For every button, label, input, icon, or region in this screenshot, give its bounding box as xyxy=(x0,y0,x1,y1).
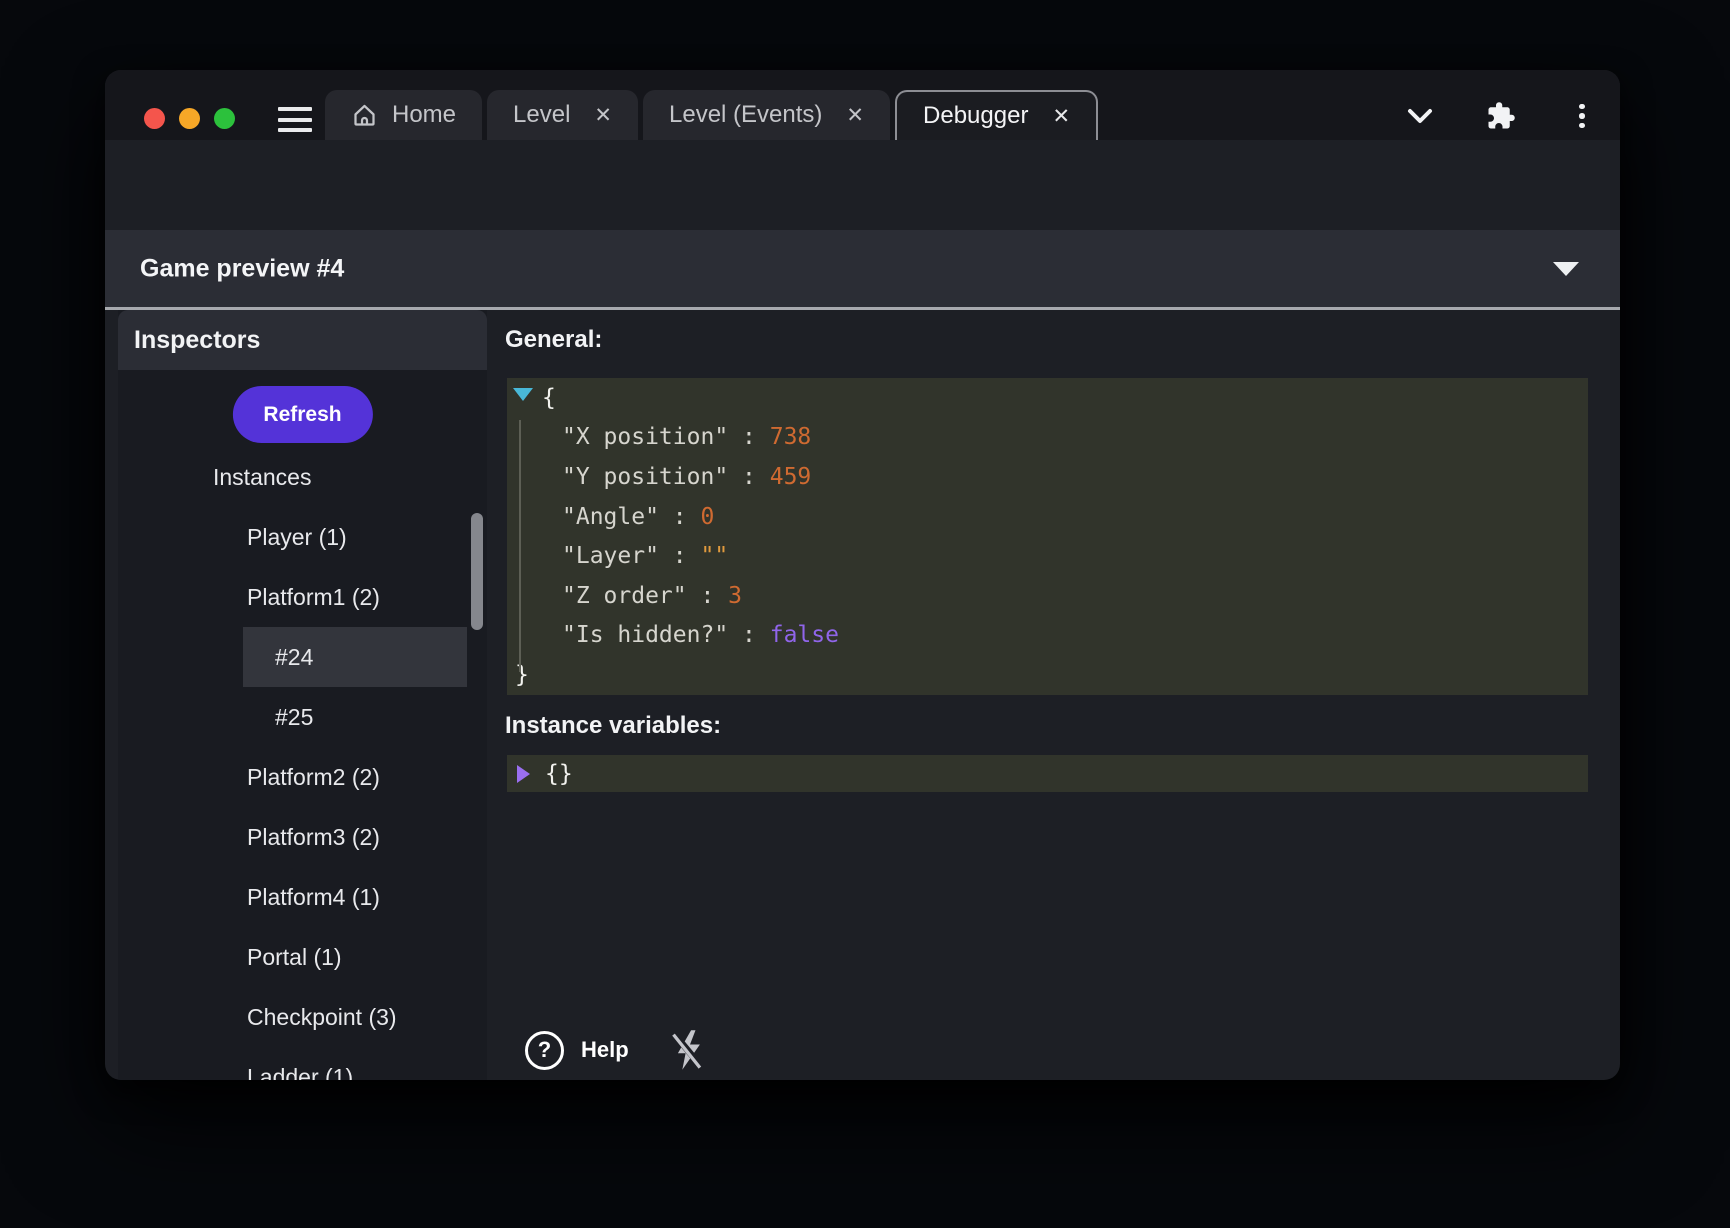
expand-triangle-icon[interactable] xyxy=(517,765,530,783)
list-item-portal-1[interactable]: Portal (1) xyxy=(118,927,487,987)
json-colon: : xyxy=(728,424,770,450)
json-colon: : xyxy=(659,543,701,569)
game-preview-header[interactable]: Game preview #4 xyxy=(105,230,1620,307)
list-item-platform4-1[interactable]: Platform4 (1) xyxy=(118,867,487,927)
json-open-brace: { xyxy=(542,385,556,411)
json-colon: : xyxy=(728,622,770,648)
list-item-label: Instances xyxy=(213,464,311,491)
close-icon[interactable]: ✕ xyxy=(1052,104,1070,129)
json-key: "Z order" xyxy=(562,583,687,609)
list-item-instances[interactable]: Instances xyxy=(118,447,487,507)
json-close-line: } xyxy=(507,655,1588,695)
json-value: 0 xyxy=(700,504,714,530)
more-options-icon[interactable] xyxy=(1567,101,1597,131)
list-item-player-1[interactable]: Player (1) xyxy=(118,507,487,567)
general-json-entries: "X position" : 738"Y position" : 459"Ang… xyxy=(507,418,1588,656)
json-entry-x-position: "X position" : 738 xyxy=(507,418,1588,458)
close-icon[interactable]: ✕ xyxy=(846,103,864,128)
tab-bar: Home Level ✕ Level (Events) ✕ Debugger ✕ xyxy=(105,70,1620,140)
list-item-label: #24 xyxy=(275,644,313,671)
inspectors-sidebar: Inspectors Refresh Instances Player (1) Pl… xyxy=(118,310,487,1080)
menu-icon[interactable] xyxy=(278,107,312,132)
tab-level[interactable]: Level ✕ xyxy=(487,90,638,140)
help-icon[interactable]: ? xyxy=(525,1031,564,1070)
zoom-window-button[interactable] xyxy=(214,108,235,129)
tab-label: Debugger xyxy=(923,102,1028,130)
json-indent-guide xyxy=(519,420,521,672)
list-item-label: Platform2 (2) xyxy=(247,764,380,791)
json-colon: : xyxy=(687,583,729,609)
list-item-label: Portal (1) xyxy=(247,944,342,971)
json-colon: : xyxy=(659,504,701,530)
game-preview-title: Game preview #4 xyxy=(140,254,344,283)
collapse-caret-icon[interactable] xyxy=(1553,262,1579,276)
close-window-button[interactable] xyxy=(144,108,165,129)
json-value: 459 xyxy=(770,464,812,490)
general-section-label: General: xyxy=(505,326,602,354)
tab-label: Home xyxy=(392,101,456,129)
flash-off-icon[interactable] xyxy=(668,1028,712,1072)
json-key: "Y position" xyxy=(562,464,728,490)
json-entry-angle: "Angle" : 0 xyxy=(507,497,1588,537)
help-row: ? Help xyxy=(525,1028,712,1072)
json-entry-is-hidden: "Is hidden?" : false xyxy=(507,616,1588,656)
list-item-label: Platform4 (1) xyxy=(247,884,380,911)
collapse-triangle-icon[interactable] xyxy=(513,388,533,401)
tab-label: Level (Events) xyxy=(669,101,822,129)
json-value: "" xyxy=(700,543,728,569)
list-item-label: Platform1 (2) xyxy=(247,584,380,611)
json-entry-layer: "Layer" : "" xyxy=(507,536,1588,576)
instance-variables-label: Instance variables: xyxy=(505,712,721,740)
instances-list: Instances Player (1) Platform1 (2) #24 #25 Pl… xyxy=(118,447,487,1080)
json-root-line: { xyxy=(507,378,1588,418)
tab-debugger[interactable]: Debugger ✕ xyxy=(895,90,1098,140)
inspectors-header: Inspectors xyxy=(118,310,487,370)
extensions-puzzle-icon[interactable] xyxy=(1486,101,1516,131)
json-close-brace: } xyxy=(515,662,529,688)
minimize-window-button[interactable] xyxy=(179,108,200,129)
json-entry-z-order: "Z order" : 3 xyxy=(507,576,1588,616)
debugger-content: Inspectors Refresh Instances Player (1) Pl… xyxy=(105,310,1620,1080)
list-item-label: #25 xyxy=(275,704,313,731)
json-colon: : xyxy=(728,464,770,490)
list-item-ladder-1[interactable]: Ladder (1) xyxy=(118,1047,487,1080)
list-item-label: Platform3 (2) xyxy=(247,824,380,851)
json-key: "Layer" xyxy=(562,543,659,569)
list-item-platform2-2[interactable]: Platform2 (2) xyxy=(118,747,487,807)
list-item-checkpoint-3[interactable]: Checkpoint (3) xyxy=(118,987,487,1047)
list-item-24[interactable]: #24 xyxy=(118,627,487,687)
instance-variables-json-view: {} xyxy=(507,755,1588,792)
close-icon[interactable]: ✕ xyxy=(594,103,612,128)
refresh-button[interactable]: Refresh xyxy=(232,386,372,443)
json-key: "Is hidden?" xyxy=(562,622,728,648)
json-value: 3 xyxy=(728,583,742,609)
sidebar-scrollbar-thumb[interactable] xyxy=(471,513,483,630)
instance-variables-value: {} xyxy=(545,761,573,787)
chevron-down-icon[interactable] xyxy=(1405,101,1435,131)
json-value: false xyxy=(770,622,839,648)
list-item-label: Player (1) xyxy=(247,524,347,551)
inspector-detail-panel: General: { "X position" : 738"Y position… xyxy=(500,310,1607,1080)
list-item-label: Ladder (1) xyxy=(247,1064,353,1081)
list-item-25[interactable]: #25 xyxy=(118,687,487,747)
debugger-toolbar: Pause xyxy=(105,140,1620,230)
app-window: Home Level ✕ Level (Events) ✕ Debugger ✕ Pause… xyxy=(105,70,1620,1080)
list-item-label: Checkpoint (3) xyxy=(247,1004,397,1031)
tab-strip: Home Level ✕ Level (Events) ✕ Debugger ✕ xyxy=(325,90,1098,140)
general-json-view: { "X position" : 738"Y position" : 459"A… xyxy=(507,378,1588,695)
list-item-platform1-2[interactable]: Platform1 (2) xyxy=(118,567,487,627)
json-key: "Angle" xyxy=(562,504,659,530)
json-value: 738 xyxy=(770,424,812,450)
tab-home[interactable]: Home xyxy=(325,90,482,140)
list-item-platform3-2[interactable]: Platform3 (2) xyxy=(118,807,487,867)
window-controls xyxy=(144,108,235,129)
json-key: "X position" xyxy=(562,424,728,450)
home-icon xyxy=(351,102,378,129)
tab-label: Level xyxy=(513,101,570,129)
help-link[interactable]: Help xyxy=(581,1037,629,1063)
tab-level-events[interactable]: Level (Events) ✕ xyxy=(643,90,890,140)
json-entry-y-position: "Y position" : 459 xyxy=(507,457,1588,497)
